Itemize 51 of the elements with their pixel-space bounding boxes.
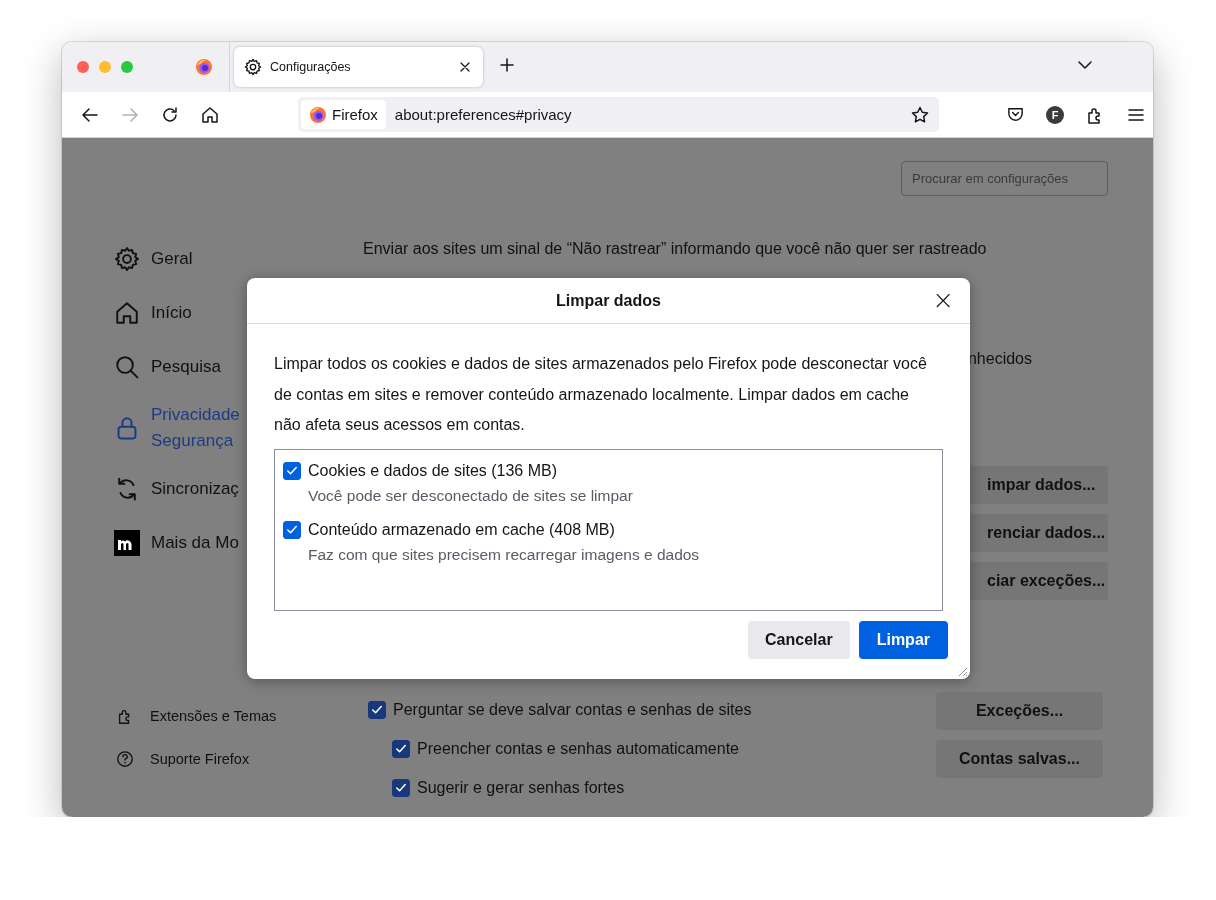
checkbox-label: Perguntar se deve salvar contas e senhas de sites bbox=[393, 701, 752, 719]
home-icon bbox=[114, 300, 140, 326]
cancel-button[interactable]: Cancelar bbox=[748, 620, 850, 659]
help-icon bbox=[116, 749, 134, 768]
confirm-button[interactable]: Limpar bbox=[858, 620, 948, 659]
checkbox-label: Cookies e dados de sites (136 MB) bbox=[308, 461, 557, 480]
account-button[interactable]: F bbox=[1046, 105, 1064, 124]
settings-button[interactable]: Contas salvas... bbox=[936, 740, 1103, 778]
m-logo-icon bbox=[114, 530, 140, 556]
firefox-logo-icon bbox=[195, 58, 213, 76]
checkmark-icon bbox=[370, 703, 384, 717]
firefox-logo-icon bbox=[309, 105, 327, 124]
sidebar-link[interactable]: Suporte Firefox bbox=[116, 737, 363, 780]
option-description: Faz com que sites precisem recarregar imagens e dados bbox=[308, 545, 701, 564]
close-window-button[interactable] bbox=[77, 61, 89, 73]
sidebar-item[interactable]: Início bbox=[114, 286, 363, 340]
checkbox-label: Conteúdo armazenado em cache (408 MB) bbox=[308, 520, 615, 539]
checkbox[interactable] bbox=[283, 461, 301, 480]
resize-grip-icon[interactable] bbox=[956, 665, 968, 677]
checkbox-label: Sugerir e gerar senhas fortes bbox=[417, 779, 625, 797]
settings-icon bbox=[244, 58, 262, 76]
plus-icon[interactable] bbox=[497, 55, 517, 75]
checkbox[interactable] bbox=[283, 520, 301, 539]
settings-button[interactable]: impar dados... bbox=[969, 466, 1108, 504]
checkbox-label: Preencher contas e senhas automaticamente bbox=[417, 740, 739, 758]
dialog-title: Limpar dados bbox=[556, 291, 661, 310]
identity-button[interactable]: Firefox bbox=[301, 100, 386, 129]
checkbox[interactable] bbox=[368, 701, 386, 719]
settings-icon bbox=[114, 246, 140, 272]
checkbox[interactable] bbox=[392, 779, 410, 797]
option-description: Você pode ser desconectado de sites se limpar bbox=[308, 486, 634, 505]
sidebar-link[interactable]: Extensões e Temas bbox=[116, 694, 363, 737]
home-icon[interactable] bbox=[200, 104, 220, 125]
pocket-icon[interactable] bbox=[1006, 105, 1025, 124]
dialog-description: Limpar todos os cookies e dados de sites armazenados pelo Firefox pode desconectar você de contas em sites e remover conteúdo armazenado localmente. Limpar dados em cache não afeta seus acessos em contas. bbox=[274, 354, 928, 435]
bookmark-star-icon[interactable] bbox=[910, 104, 930, 125]
settings-button[interactable]: ciar exceções... bbox=[969, 562, 1108, 600]
close-button[interactable]: × bbox=[930, 290, 956, 310]
checkmark-icon bbox=[394, 742, 408, 756]
settings-button[interactable]: Exceções... bbox=[936, 692, 1103, 730]
settings-button[interactable]: renciar dados... bbox=[969, 514, 1108, 552]
sidebar-item[interactable]: Geral bbox=[114, 232, 363, 286]
search-icon bbox=[114, 354, 140, 380]
search-field[interactable]: Procurar em configurações bbox=[901, 161, 1108, 196]
setting-description: Enviar aos sites um sinal de “Não rastrear” informando que você não quer ser rastreado bbox=[363, 240, 988, 258]
setting-description: nhecidos bbox=[967, 350, 1032, 368]
browser-tab[interactable]: Configurações bbox=[234, 47, 483, 87]
reload-icon[interactable] bbox=[160, 104, 180, 125]
checkmark-icon bbox=[394, 781, 408, 795]
checkbox[interactable] bbox=[392, 740, 410, 758]
address-bar[interactable]: Firefox about:preferences#privacy bbox=[298, 97, 939, 132]
